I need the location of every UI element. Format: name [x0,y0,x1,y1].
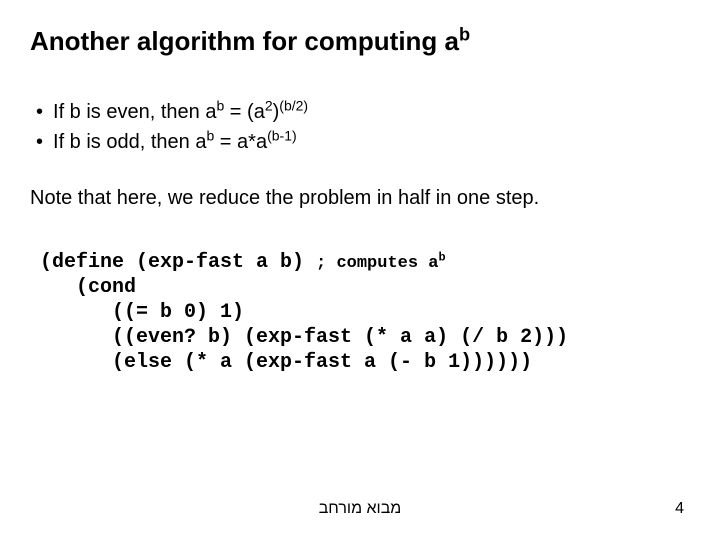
code-line: (cond [40,276,136,299]
bullet-sup: (b-1) [267,127,297,143]
note-text: Note that here, we reduce the problem in… [30,187,690,210]
title-sup: b [459,24,470,44]
slide-title: Another algorithm for computing ab [30,26,690,57]
code-comment-sup: b [438,250,445,264]
bullet-segment: If b is even, then a [53,101,216,123]
bullet-list: • If b is even, then ab = (a2)(b/2) • If… [30,97,690,157]
bullet-sup: 2 [265,97,273,113]
code-line: ((= b 0) 1) [40,301,244,324]
bullet-segment: = (a [224,101,265,123]
code-line: ((even? b) (exp-fast (* a a) (/ b 2))) [40,326,568,349]
code-line: (else (* a (exp-fast a (- b 1)))))) [40,351,532,374]
footer-center-text: מבוא מורחב [0,500,720,518]
bullet-dot-icon: • [36,127,43,157]
code-block: (define (exp-fast a b) ; computes ab (co… [30,250,690,375]
bullet-item: • If b is odd, then ab = a*a(b-1) [36,127,690,157]
bullet-item: • If b is even, then ab = (a2)(b/2) [36,97,690,127]
bullet-dot-icon: • [36,97,43,127]
code-comment-text: ; computes a [316,254,438,273]
bullet-segment: = a*a [214,131,267,153]
title-text: Another algorithm for computing a [30,26,459,56]
bullet-text: If b is odd, then ab = a*a(b-1) [53,127,297,157]
code-line: (define (exp-fast a b) [40,251,316,274]
slide: Another algorithm for computing ab • If … [0,0,720,540]
bullet-sup: (b/2) [279,97,308,113]
code-comment: ; computes ab [316,254,446,273]
bullet-text: If b is even, then ab = (a2)(b/2) [53,97,308,127]
bullet-segment: If b is odd, then a [53,131,206,153]
page-number: 4 [675,500,684,518]
